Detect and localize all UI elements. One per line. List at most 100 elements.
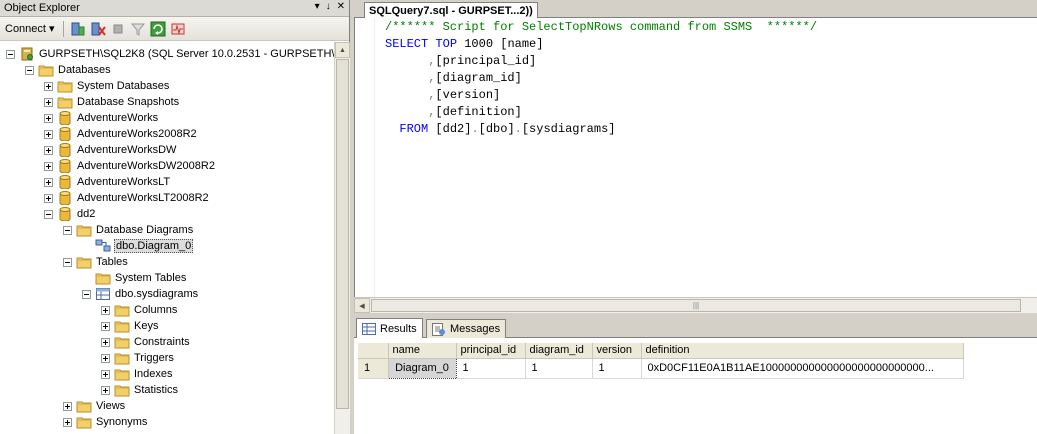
expand-plus-icon[interactable] bbox=[63, 401, 72, 411]
collapse-minus-icon[interactable] bbox=[44, 209, 53, 219]
scrollbar-thumb[interactable]: ||| bbox=[371, 299, 1021, 312]
tab-sqlquery7[interactable]: SQLQuery7.sql - GURPSET...2)) bbox=[364, 2, 538, 18]
stop-icon[interactable] bbox=[110, 21, 126, 37]
close-icon[interactable]: ✕ bbox=[337, 1, 345, 12]
tree-node[interactable]: Database Snapshots bbox=[44, 94, 180, 110]
expand-plus-icon[interactable] bbox=[44, 161, 53, 171]
editor-gutter bbox=[355, 18, 375, 297]
tree-node[interactable]: Databases bbox=[25, 62, 112, 78]
collapse-minus-icon[interactable] bbox=[6, 49, 15, 59]
tab-results[interactable]: Results bbox=[356, 318, 423, 338]
scroll-up-arrow-icon[interactable]: ▲ bbox=[335, 42, 350, 58]
tree-node[interactable]: System Databases bbox=[44, 78, 170, 94]
column-header-definition[interactable]: definition bbox=[641, 343, 964, 359]
cell-version[interactable]: 1 bbox=[592, 358, 642, 379]
expand-plus-icon[interactable] bbox=[101, 305, 110, 315]
object-explorer-vertical-scrollbar[interactable]: ▲ bbox=[334, 42, 350, 434]
tree-node-label: Views bbox=[96, 400, 126, 412]
expand-plus-icon[interactable] bbox=[63, 417, 72, 427]
tab-messages[interactable]: Messages bbox=[426, 319, 507, 338]
tree-node[interactable]: Indexes bbox=[101, 366, 174, 382]
tree-node[interactable]: Keys bbox=[101, 318, 159, 334]
tree-node-label: AdventureWorksLT2008R2 bbox=[77, 192, 209, 204]
tree-node-label: Database Diagrams bbox=[96, 224, 194, 236]
tree-node[interactable]: dd2 bbox=[44, 206, 96, 222]
tree-node[interactable]: AdventureWorksDW bbox=[44, 142, 177, 158]
toolbar-separator bbox=[62, 20, 64, 37]
database-icon bbox=[57, 175, 73, 190]
collapse-minus-icon[interactable] bbox=[63, 225, 72, 235]
expand-plus-icon[interactable] bbox=[44, 113, 53, 123]
folder-icon bbox=[57, 95, 73, 109]
tree-node[interactable]: AdventureWorks2008R2 bbox=[44, 126, 198, 142]
sql-editor[interactable]: /****** Script for SelectTopNRows comman… bbox=[354, 18, 1037, 297]
column-header-version[interactable]: version bbox=[592, 343, 642, 359]
collapse-minus-icon[interactable] bbox=[63, 257, 72, 267]
cell-diagram-id[interactable]: 1 bbox=[525, 358, 593, 379]
folder-icon bbox=[114, 319, 130, 333]
expand-plus-icon[interactable] bbox=[101, 385, 110, 395]
expand-plus-icon[interactable] bbox=[101, 337, 110, 347]
results-tab-strip: Results Messages bbox=[354, 316, 1037, 338]
column-header-diagram-id[interactable]: diagram_id bbox=[525, 343, 593, 359]
folder-icon bbox=[76, 223, 92, 237]
object-explorer-title: Object Explorer bbox=[4, 2, 80, 14]
tree-node[interactable]: Tables bbox=[63, 254, 129, 270]
expand-plus-icon[interactable] bbox=[44, 177, 53, 187]
tree-node-label: dbo.Diagram_0 bbox=[114, 239, 194, 253]
expand-plus-icon[interactable] bbox=[101, 321, 110, 331]
tree-node[interactable]: dbo.sysdiagrams bbox=[82, 286, 199, 302]
code-comment: /****** Script for SelectTopNRows comman… bbox=[385, 20, 818, 34]
expand-plus-icon[interactable] bbox=[101, 353, 110, 363]
tree-node[interactable]: GURPSETH\SQL2K8 (SQL Server 10.0.2531 - … bbox=[6, 46, 334, 62]
tree-node[interactable]: AdventureWorks bbox=[44, 110, 159, 126]
expand-plus-icon[interactable] bbox=[44, 145, 53, 155]
activity-monitor-icon[interactable] bbox=[170, 21, 186, 37]
row-number-cell[interactable]: 1 bbox=[358, 358, 389, 379]
auto-hide-pin-icon[interactable]: ↓ bbox=[326, 1, 331, 12]
connect-server-icon[interactable] bbox=[70, 21, 86, 37]
tree-node[interactable]: Triggers bbox=[101, 350, 175, 366]
expand-plus-icon[interactable] bbox=[44, 193, 53, 203]
tree-node[interactable]: AdventureWorksLT2008R2 bbox=[44, 190, 210, 206]
column-header-name[interactable]: name bbox=[388, 343, 457, 359]
expand-plus-icon[interactable] bbox=[101, 369, 110, 379]
cell-definition[interactable]: 0xD0CF11E0A1B11AE10000000000000000000000… bbox=[641, 358, 964, 379]
scroll-left-arrow-icon[interactable]: ◀ bbox=[354, 298, 370, 313]
expand-plus-icon[interactable] bbox=[44, 81, 53, 91]
connect-button[interactable]: Connect ▾ bbox=[3, 22, 57, 35]
results-grid[interactable]: name principal_id diagram_id version def… bbox=[354, 338, 1037, 434]
tree-node[interactable]: Database Diagrams bbox=[63, 222, 194, 238]
tree-node[interactable]: System Tables bbox=[82, 270, 187, 286]
results-table: name principal_id diagram_id version def… bbox=[358, 343, 964, 379]
tree-node[interactable]: Columns bbox=[101, 302, 178, 318]
cell-name[interactable]: Diagram_0 bbox=[387, 357, 457, 379]
server-icon bbox=[19, 47, 35, 61]
filter-icon[interactable] bbox=[130, 21, 146, 37]
tree-node[interactable]: Statistics bbox=[101, 382, 179, 398]
refresh-icon[interactable] bbox=[150, 21, 166, 37]
object-explorer-panel: Object Explorer ▾ ↓ ✕ Connect ▾ GURPSETH… bbox=[0, 0, 350, 434]
tree-node[interactable]: AdventureWorksDW2008R2 bbox=[44, 158, 216, 174]
tree-node[interactable]: Constraints bbox=[101, 334, 191, 350]
tree-node[interactable]: dbo.Diagram_0 bbox=[82, 238, 194, 254]
collapse-minus-icon[interactable] bbox=[82, 289, 91, 299]
keyword-top: TOP bbox=[435, 37, 458, 51]
tree-node-label: AdventureWorksDW2008R2 bbox=[77, 160, 215, 172]
window-position-icon[interactable]: ▾ bbox=[315, 1, 320, 12]
scrollbar-thumb[interactable] bbox=[336, 59, 349, 409]
folder-icon bbox=[114, 303, 130, 317]
tree-node[interactable]: Synonyms bbox=[63, 414, 148, 430]
tree-node[interactable]: Views bbox=[63, 398, 126, 414]
cell-principal-id[interactable]: 1 bbox=[456, 358, 526, 379]
editor-horizontal-scrollbar[interactable]: ◀ ||| bbox=[354, 297, 1037, 313]
column-header-principal-id[interactable]: principal_id bbox=[456, 343, 526, 359]
expand-plus-icon[interactable] bbox=[44, 97, 53, 107]
keyword-select: SELECT bbox=[385, 37, 429, 51]
expand-plus-icon[interactable] bbox=[44, 129, 53, 139]
row-number-header[interactable] bbox=[358, 343, 389, 359]
collapse-minus-icon[interactable] bbox=[25, 65, 34, 75]
disconnect-server-icon[interactable] bbox=[90, 21, 106, 37]
tree-node[interactable]: AdventureWorksLT bbox=[44, 174, 171, 190]
column-principal-id: [principal_id] bbox=[435, 54, 537, 68]
